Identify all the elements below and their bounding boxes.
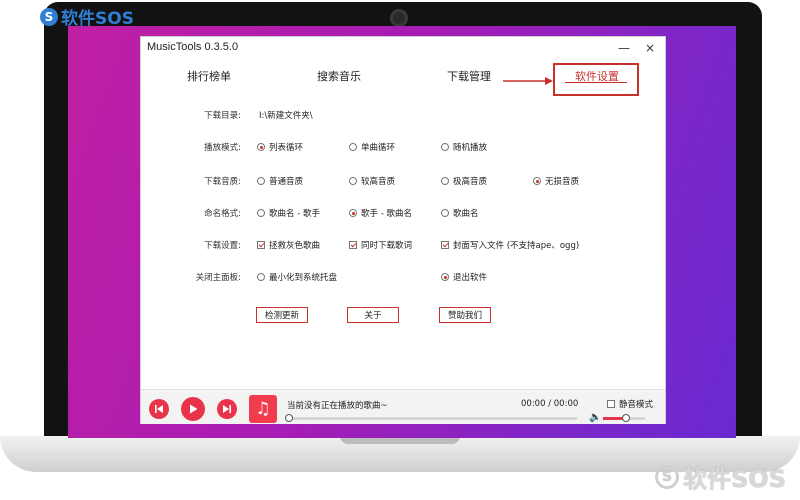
watermark-text: 软件SOS [61, 9, 134, 29]
watermark-logo-bottom: S 软件SOS [655, 459, 786, 494]
checkbox-indicator [349, 241, 357, 249]
now-playing-text: 当前没有正在播放的歌曲~ [287, 401, 388, 411]
download-settings-label: 下载设置: [204, 241, 241, 251]
play-icon[interactable] [181, 397, 205, 421]
player-bar: ♫ 当前没有正在播放的歌曲~ 00:00 / 00:00 静音模式 🔈 [141, 389, 665, 424]
radio-list-loop[interactable]: 列表循环 [257, 141, 303, 153]
radio-indicator [349, 209, 357, 217]
annotation-arrow-icon [503, 77, 553, 85]
option-label: 极高音质 [453, 177, 488, 187]
progress-track[interactable] [289, 417, 577, 420]
annotation-highlight-box [553, 63, 639, 96]
checkbox-download-lyrics[interactable]: 同时下载歌词 [349, 239, 412, 251]
tab-search-music[interactable]: 搜索音乐 [317, 68, 361, 84]
mute-mode-checkbox[interactable]: 静音模式 [607, 398, 653, 410]
option-label: 普通音质 [269, 177, 304, 187]
option-label: 歌手 - 歌曲名 [361, 209, 412, 219]
radio-indicator [257, 143, 265, 151]
speaker-icon[interactable]: 🔈 [589, 412, 601, 423]
radio-song-artist[interactable]: 歌曲名 - 歌手 [257, 207, 320, 219]
radio-very-high-quality[interactable]: 极高音质 [441, 175, 487, 187]
volume-fill [603, 417, 624, 420]
option-label: 退出软件 [453, 273, 488, 283]
radio-high-quality[interactable]: 较高音质 [349, 175, 395, 187]
screenshot: S 软件SOS S 软件SOS MusicTools 0.3.5.0 — × 排… [0, 0, 800, 500]
tab-download-manager[interactable]: 下载管理 [447, 68, 491, 84]
skip-previous-icon[interactable] [149, 399, 169, 419]
minimize-button[interactable]: — [615, 39, 633, 57]
checkbox-indicator [257, 241, 265, 249]
option-label: 较高音质 [361, 177, 396, 187]
window-title: MusicTools 0.3.5.0 [147, 41, 239, 53]
option-label: 拯救灰色歌曲 [269, 241, 321, 251]
watermark-logo-top: S 软件SOS [40, 4, 134, 29]
radio-lossless-quality[interactable]: 无损音质 [533, 175, 579, 187]
radio-indicator [349, 143, 357, 151]
radio-artist-song[interactable]: 歌手 - 歌曲名 [349, 207, 412, 219]
music-tools-window: MusicTools 0.3.5.0 — × 排行榜单 搜索音乐 下载管理 软件… [140, 36, 666, 424]
radio-indicator [349, 177, 357, 185]
radio-indicator [441, 273, 449, 281]
checkbox-rescue-grey-songs[interactable]: 拯救灰色歌曲 [257, 239, 320, 251]
radio-single-loop[interactable]: 单曲循环 [349, 141, 395, 153]
logo-mark-icon: S [40, 7, 58, 26]
download-dir-value[interactable]: I:\新建文件夹\ [259, 109, 313, 121]
skip-next-icon[interactable] [217, 399, 237, 419]
radio-exit-app[interactable]: 退出软件 [441, 271, 487, 283]
title-bar[interactable]: MusicTools 0.3.5.0 — × [141, 37, 665, 59]
checkbox-embed-cover[interactable]: 封面写入文件 (不支持ape、ogg) [441, 239, 579, 251]
radio-indicator [257, 177, 265, 185]
webcam [390, 9, 408, 27]
option-label: 列表循环 [269, 143, 304, 153]
option-label: 单曲循环 [361, 143, 396, 153]
play-mode-label: 播放模式: [204, 143, 241, 153]
volume-knob[interactable] [622, 414, 630, 422]
option-label: 随机播放 [453, 143, 488, 153]
radio-normal-quality[interactable]: 普通音质 [257, 175, 303, 187]
about-button[interactable]: 关于 [347, 307, 399, 323]
option-label: 同时下载歌词 [361, 241, 413, 251]
radio-minimize-to-tray[interactable]: 最小化到系统托盘 [257, 271, 337, 283]
radio-indicator [441, 143, 449, 151]
radio-song-only[interactable]: 歌曲名 [441, 207, 479, 219]
playback-time: 00:00 / 00:00 [521, 399, 579, 409]
check-update-button[interactable]: 检测更新 [256, 307, 308, 323]
close-button[interactable]: × [641, 39, 659, 57]
radio-indicator [441, 177, 449, 185]
radio-indicator [257, 273, 265, 281]
close-panel-label: 关闭主面板: [195, 273, 241, 283]
download-quality-label: 下载音质: [204, 177, 241, 187]
logo-mark-icon: S [655, 464, 680, 489]
radio-indicator [441, 209, 449, 217]
checkbox-indicator [441, 241, 449, 249]
radio-shuffle[interactable]: 随机播放 [441, 141, 487, 153]
progress-knob[interactable] [285, 414, 293, 422]
tab-charts[interactable]: 排行榜单 [187, 68, 231, 84]
checkbox-indicator [607, 400, 615, 408]
option-label: 最小化到系统托盘 [269, 273, 338, 283]
donate-button[interactable]: 赞助我们 [439, 307, 491, 323]
option-label: 歌曲名 - 歌手 [269, 209, 320, 219]
option-label: 歌曲名 [453, 209, 479, 219]
option-label: 无损音质 [545, 177, 580, 187]
mute-label: 静音模式 [619, 400, 654, 410]
naming-format-label: 命名格式: [204, 209, 241, 219]
radio-indicator [533, 177, 541, 185]
radio-indicator [257, 209, 265, 217]
watermark-text: 软件SOS [683, 465, 786, 493]
option-label: 封面写入文件 (不支持ape、ogg) [453, 241, 580, 251]
music-note-icon: ♫ [249, 395, 277, 423]
download-dir-label: 下载目录: [204, 111, 241, 121]
